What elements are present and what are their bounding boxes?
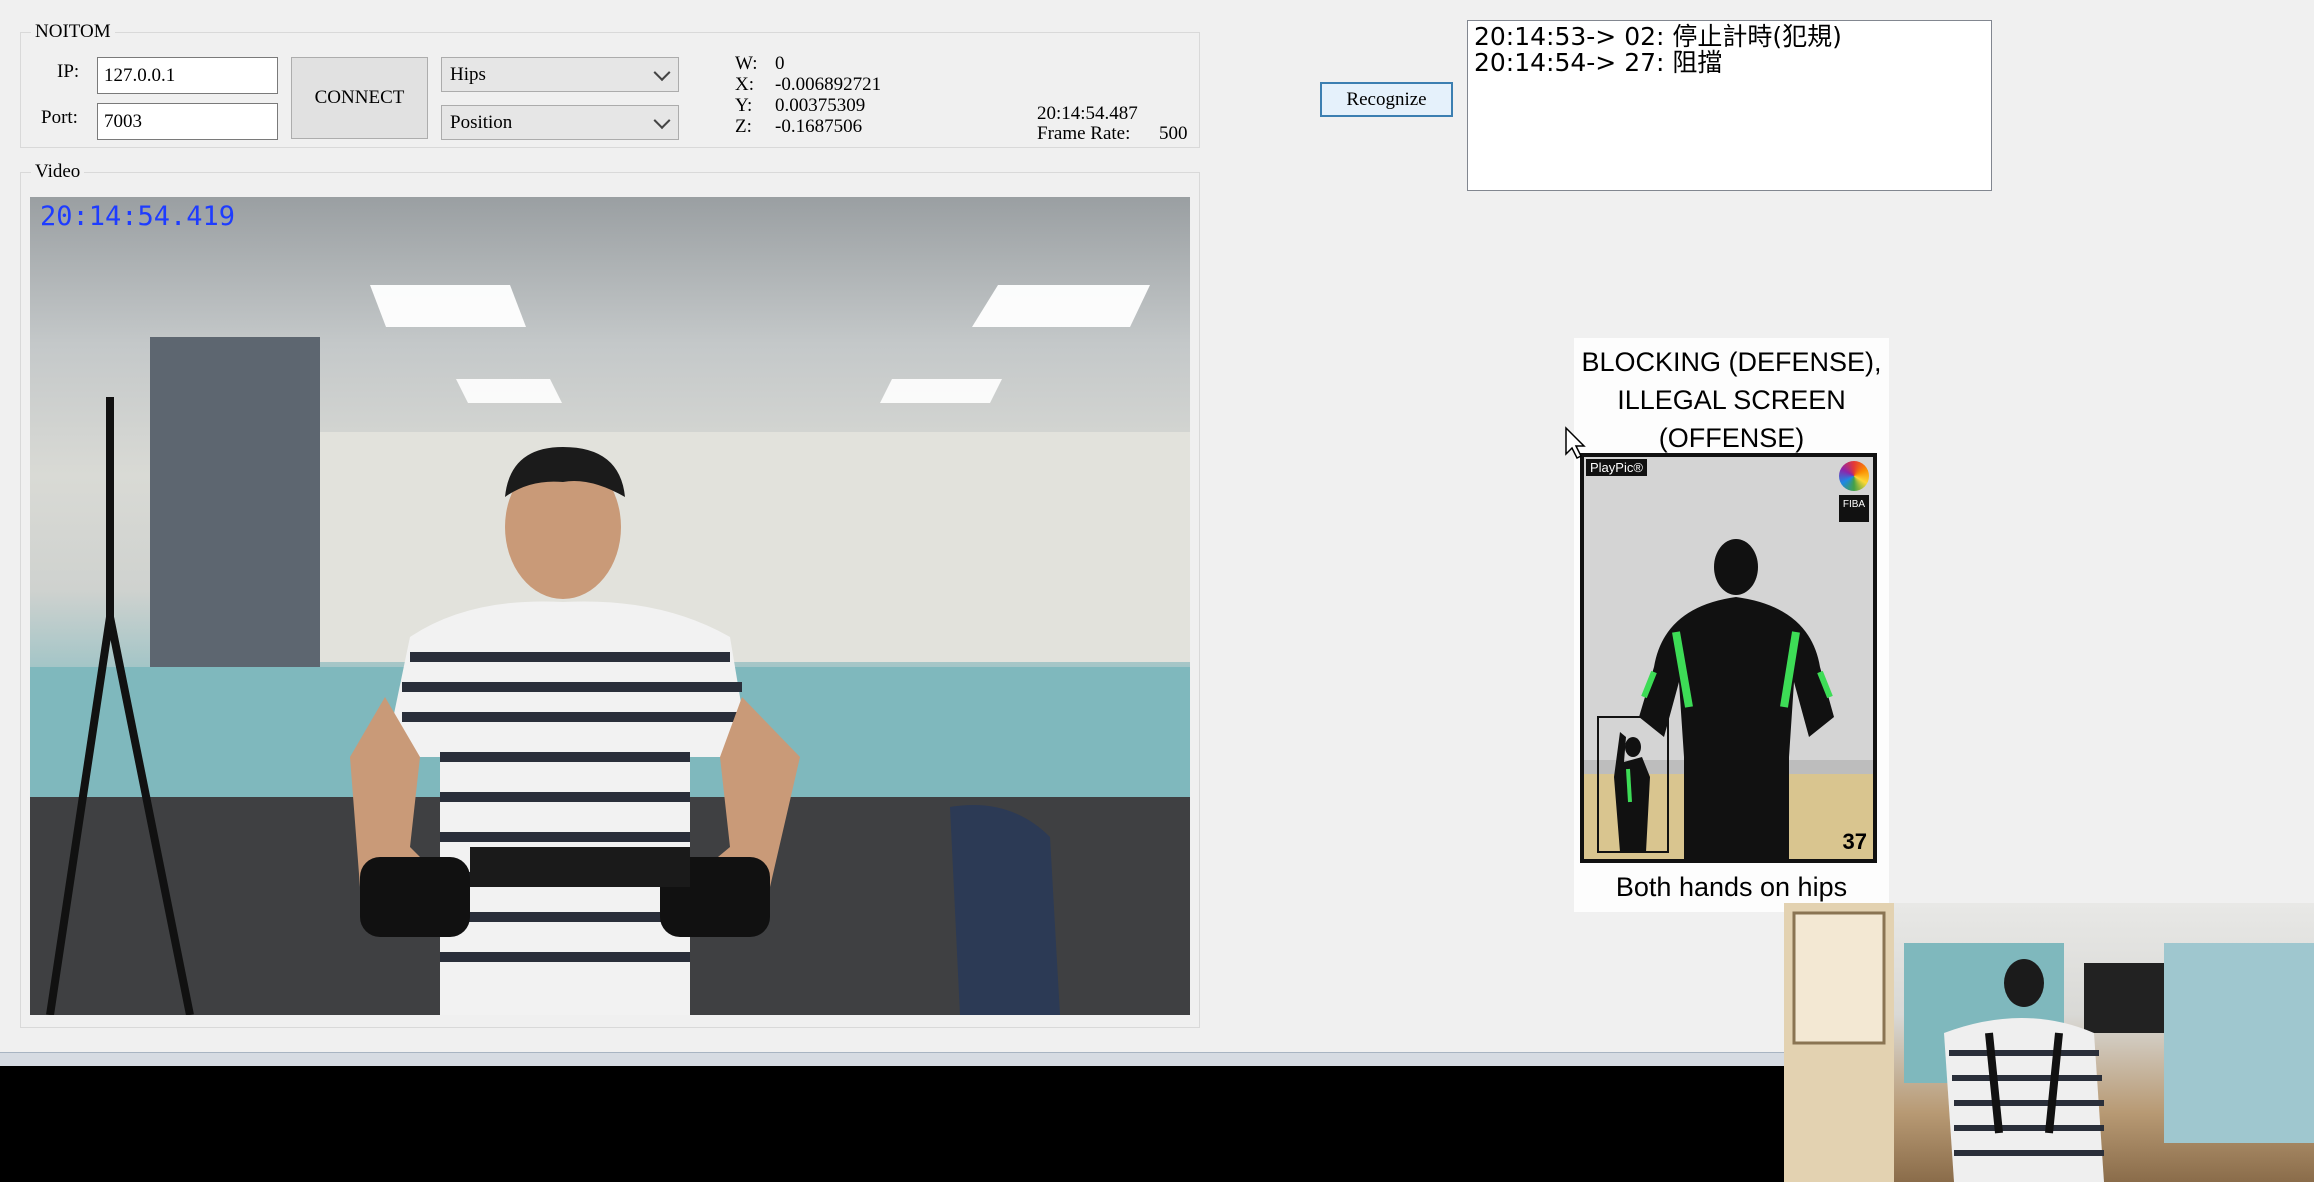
status-time: 20:14:54.487 [1037,103,1138,124]
quat-x-label: X: [735,74,754,95]
frame-rate-label: Frame Rate: [1037,123,1131,144]
quat-y-row: Y: 0.00375309 [735,95,881,116]
quat-z-label: Z: [735,116,752,137]
joint-select[interactable]: Hips [441,57,679,92]
chevron-down-icon [653,63,671,81]
log-line: 20:14:54-> 27: 阻擋 [1474,48,1723,77]
referee-figure [1584,539,1873,859]
log-line: 20:14:53-> 02: 停止計時(犯規) [1474,22,1842,51]
mode-select[interactable]: Position [441,105,679,140]
referee-signal-card: BLOCKING (DEFENSE), ILLEGAL SCREEN (OFFE… [1574,338,1889,912]
connect-button[interactable]: CONNECT [291,57,428,139]
signal-title-line: ILLEGAL SCREEN [1617,385,1846,415]
playpic-brand: PlayPic® [1586,459,1647,476]
video-timestamp: 20:14:54.419 [40,201,236,232]
quat-y-label: Y: [735,95,753,116]
quat-w-value: 0 [775,53,785,74]
pip-camera-feed [1784,903,2314,1182]
quat-w-row: W: 0 [735,53,881,74]
port-label: Port: [41,107,78,128]
video-feed: 20:14:54.419 [30,197,1190,1015]
signal-title: BLOCKING (DEFENSE), ILLEGAL SCREEN (OFFE… [1574,343,1889,457]
pip-scene [1784,903,2314,1182]
signal-title-line: (OFFENSE) [1658,423,1805,453]
recognition-log[interactable]: 20:14:53-> 02: 停止計時(犯規) 20:14:54-> 27: 阻… [1467,20,1992,191]
quat-z-row: Z: -0.1687506 [735,116,881,137]
fiba-badge: FIBA [1839,495,1869,522]
quat-x-row: X: -0.006892721 [735,74,881,95]
noitom-group-title: NOITOM [31,21,115,43]
signal-number: 37 [1842,829,1867,854]
recognize-button[interactable]: Recognize [1320,82,1453,117]
signal-title-line: BLOCKING (DEFENSE), [1581,347,1882,377]
quaternion-readout: W: 0 X: -0.006892721 Y: 0.00375309 Z: -0.168… [735,53,881,137]
mode-select-value: Position [450,111,513,133]
ip-label: IP: [57,61,80,82]
video-scene [30,285,1190,1015]
video-group-title: Video [31,161,85,183]
quat-w-label: W: [735,53,758,74]
fiba-logo-icon [1839,461,1869,491]
mouse-cursor-icon [1565,426,1586,460]
signal-illustration: PlayPic® FIBA 37 [1580,453,1877,863]
port-input[interactable] [97,103,278,140]
joint-select-value: Hips [450,63,486,85]
quat-z-value: -0.1687506 [775,116,863,137]
chevron-down-icon [653,111,671,129]
quat-y-value: 0.00375309 [775,95,866,116]
ip-input[interactable] [97,57,278,94]
noitom-groupbox: NOITOM IP: Port: CONNECT Hips Position W… [20,21,1200,148]
frame-rate-value: 500 [1159,123,1188,144]
quat-x-value: -0.006892721 [775,74,882,95]
